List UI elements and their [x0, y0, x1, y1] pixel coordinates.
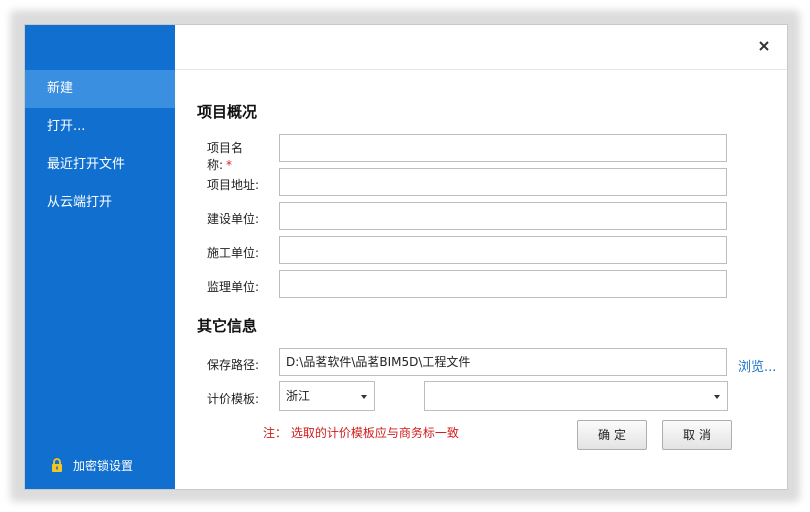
- supervision-unit-label: 监理单位:: [207, 280, 260, 294]
- pricing-template-label: 计价模板:: [207, 392, 260, 406]
- project-name-label: 项目名称: *: [207, 141, 244, 172]
- new-project-dialog: 新建 打开... 最近打开文件 从云端打开 加密锁设置 项目概况 项目名称: *…: [24, 24, 788, 490]
- lock-settings-link[interactable]: 加密锁设置: [51, 455, 133, 475]
- construction-unit-input[interactable]: [279, 202, 727, 230]
- template-note: 注： 选取的计价模板应与商务标一致: [263, 426, 459, 440]
- sidebar-item-label: 打开...: [47, 119, 86, 134]
- sidebar: 新建 打开... 最近打开文件 从云端打开 加密锁设置: [25, 25, 175, 489]
- region-select[interactable]: 浙江: [279, 381, 375, 411]
- close-icon[interactable]: [755, 37, 773, 55]
- region-select-value: 浙江: [286, 389, 311, 403]
- content-panel: 项目概况 项目名称: * 项目地址: 建设单位: 施工单位: 监理单位: 其它信息…: [175, 25, 787, 489]
- sidebar-item-new[interactable]: 新建: [25, 70, 175, 108]
- sidebar-item-recent-files[interactable]: 最近打开文件: [25, 146, 175, 184]
- sidebar-item-label: 新建: [47, 81, 74, 96]
- cancel-button[interactable]: 取消: [662, 420, 732, 450]
- lock-settings-label: 加密锁设置: [73, 458, 134, 473]
- save-path-input[interactable]: D:\品茗软件\品茗BIM5D\工程文件: [279, 348, 727, 376]
- project-name-input[interactable]: [279, 134, 727, 162]
- other-info-title: 其它信息: [197, 317, 258, 335]
- contractor-unit-label: 施工单位:: [207, 246, 260, 260]
- required-mark: *: [226, 158, 233, 172]
- template-select[interactable]: [424, 381, 728, 411]
- save-path-label: 保存路径:: [207, 358, 260, 372]
- project-address-label: 项目地址:: [207, 178, 260, 192]
- ok-button[interactable]: 确定: [577, 420, 647, 450]
- sidebar-item-label: 最近打开文件: [47, 157, 126, 172]
- lock-icon: [52, 458, 62, 472]
- construction-unit-label: 建设单位:: [207, 212, 260, 226]
- contractor-unit-input[interactable]: [279, 236, 727, 264]
- chevron-down-icon: [714, 395, 720, 399]
- chevron-down-icon: [361, 395, 367, 399]
- sidebar-item-open[interactable]: 打开...: [25, 108, 175, 146]
- project-overview-title: 项目概况: [197, 103, 258, 121]
- save-path-value: D:\品茗软件\品茗BIM5D\工程文件: [286, 355, 471, 369]
- supervision-unit-input[interactable]: [279, 270, 727, 298]
- title-bar: [175, 25, 787, 70]
- sidebar-item-open-from-cloud[interactable]: 从云端打开: [25, 184, 175, 222]
- sidebar-item-label: 从云端打开: [47, 195, 113, 210]
- project-address-input[interactable]: [279, 168, 727, 196]
- browse-link[interactable]: 浏览...: [738, 356, 776, 375]
